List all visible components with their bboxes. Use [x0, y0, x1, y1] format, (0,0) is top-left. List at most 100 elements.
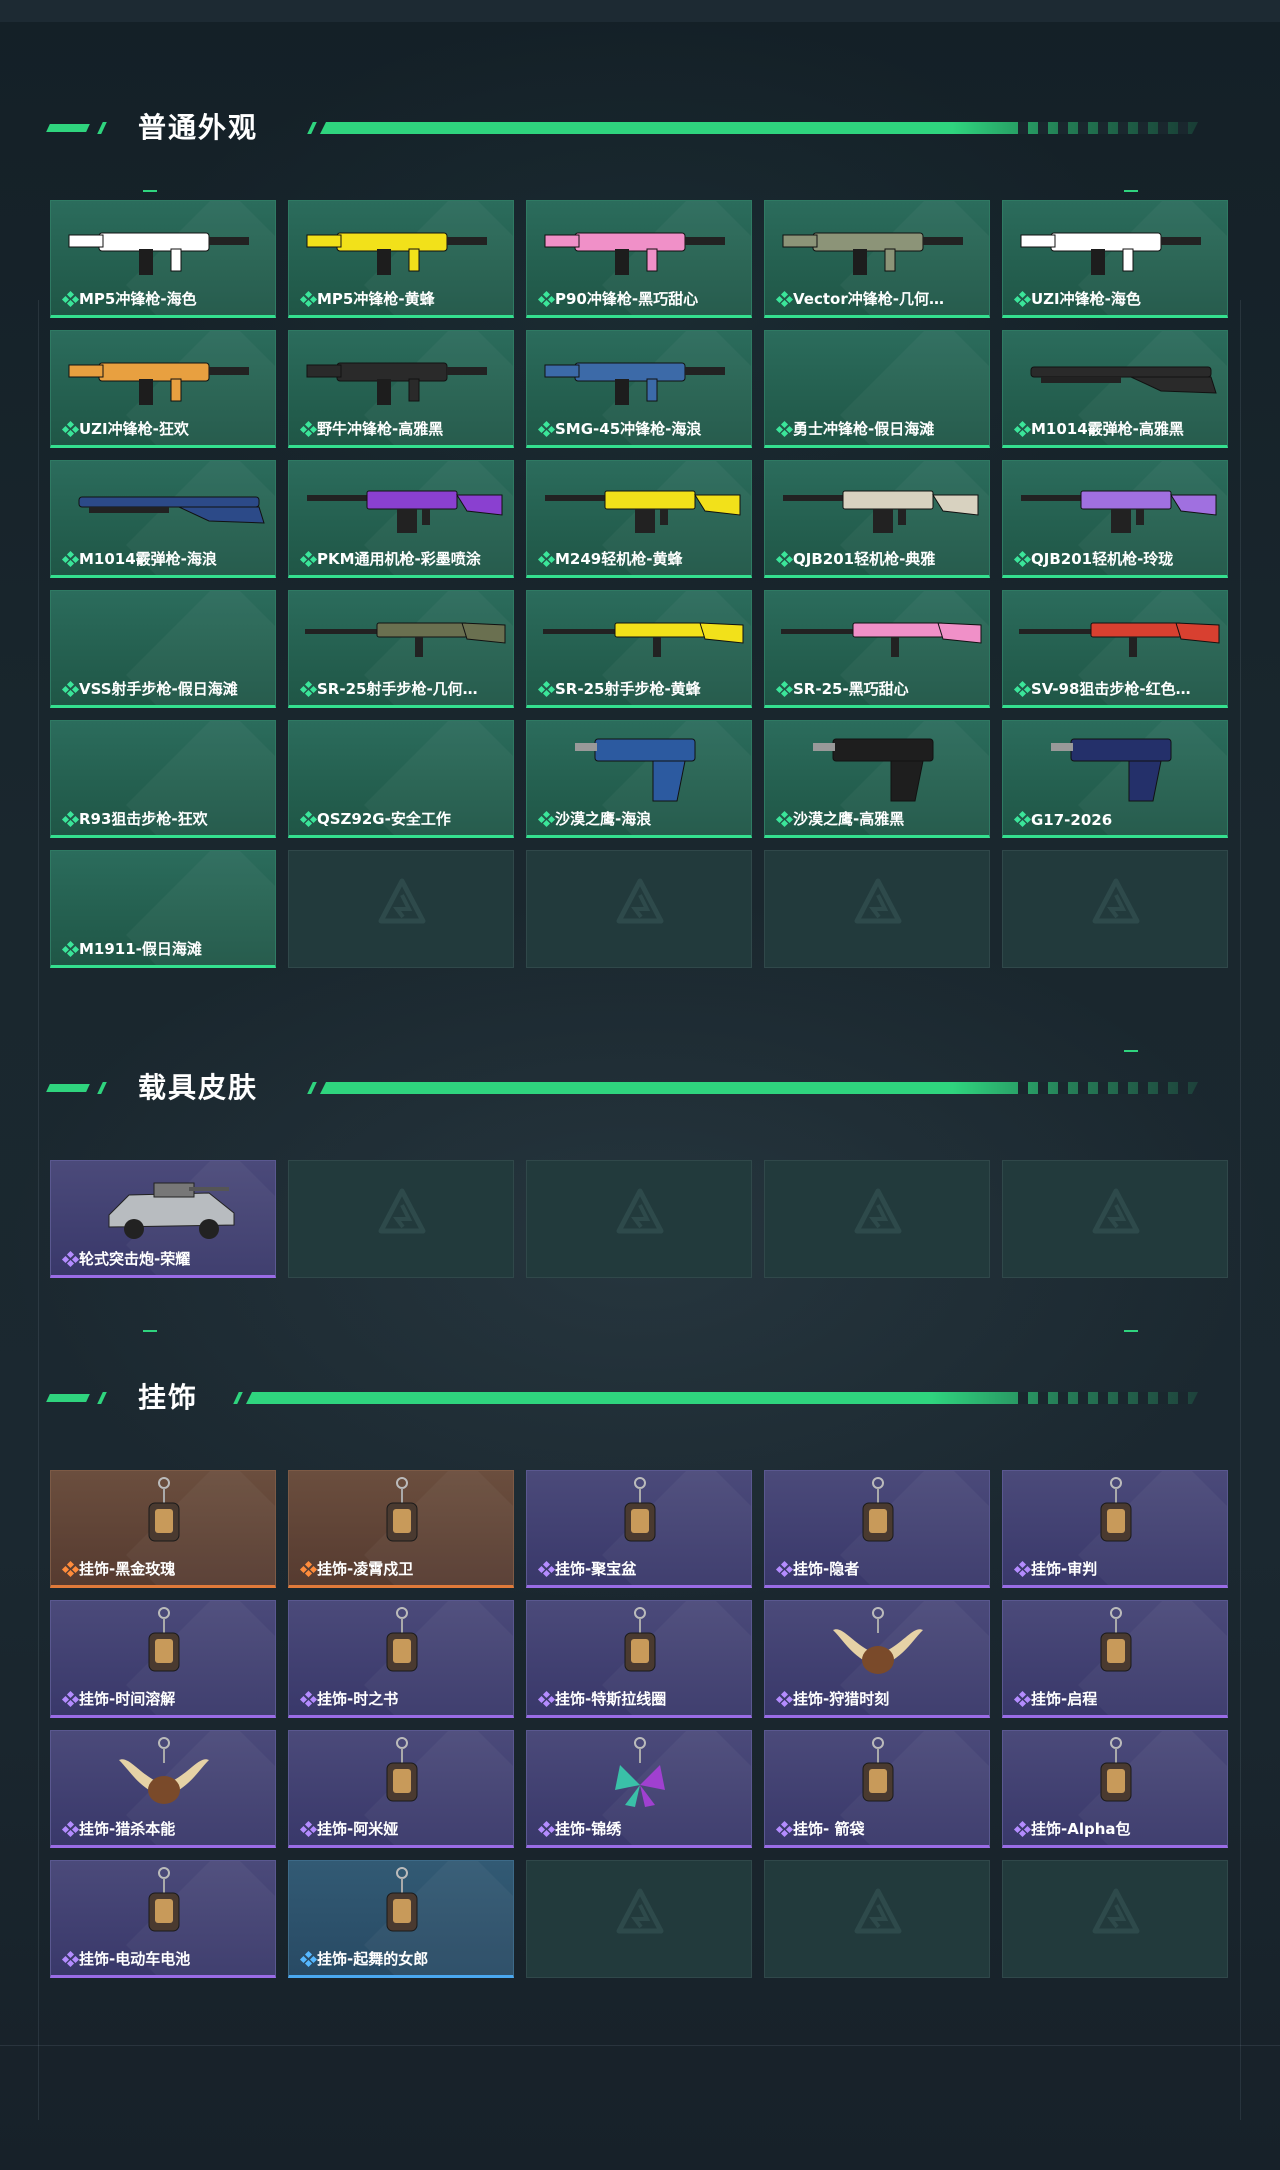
item-card[interactable]: M1911-假日海滩: [50, 850, 276, 968]
item-card[interactable]: SR-25射手步枪-黄蜂: [526, 590, 752, 708]
item-card[interactable]: 勇士冲锋枪-假日海滩: [764, 330, 990, 448]
rarity-diamond-icon: [537, 550, 556, 568]
item-label: QSZ92G-安全工作: [317, 810, 451, 828]
item-card[interactable]: 挂饰-审判: [1002, 1470, 1228, 1588]
item-label: 挂饰-聚宝盆: [555, 1560, 637, 1578]
item-card[interactable]: QSZ92G-安全工作: [288, 720, 514, 838]
section-title: 普通外观: [138, 111, 259, 144]
empty-slot: [526, 1860, 752, 1978]
item-card[interactable]: 挂饰-凌霄戍卫: [288, 1470, 514, 1588]
item-card[interactable]: M1014霰弹枪-海浪: [50, 460, 276, 578]
placeholder-logo-icon: [854, 878, 902, 924]
header-accent-slash: [97, 122, 107, 134]
item-label: M1911-假日海滩: [79, 940, 202, 958]
item-card[interactable]: 挂饰-电动车电池: [50, 1860, 276, 1978]
rarity-diamond-icon: [537, 680, 556, 698]
header-accent-bar: [46, 1394, 90, 1402]
antler-charm-icon: [833, 1607, 923, 1674]
item-label: 挂饰-审判: [1031, 1560, 1098, 1578]
item-card[interactable]: MP5冲锋枪-黄蜂: [288, 200, 514, 318]
charm-icon: [148, 1607, 180, 1672]
placeholder-logo-icon: [616, 1188, 664, 1234]
item-card[interactable]: SMG-45冲锋枪-海浪: [526, 330, 752, 448]
rarity-diamond-icon: [1013, 550, 1032, 568]
item-card[interactable]: UZI冲锋枪-海色: [1002, 200, 1228, 318]
item-card[interactable]: Vector冲锋枪-几何…: [764, 200, 990, 318]
item-card[interactable]: 挂饰-黑金玫瑰: [50, 1470, 276, 1588]
item-label: 挂饰-电动车电池: [79, 1950, 191, 1968]
item-card[interactable]: R93狙击步枪-狂欢: [50, 720, 276, 838]
item-card[interactable]: QJB201轻机枪-典雅: [764, 460, 990, 578]
item-card[interactable]: PKM通用机枪-彩墨喷涂: [288, 460, 514, 578]
smg-icon: [544, 232, 725, 275]
charm-icon: [862, 1737, 894, 1802]
item-card[interactable]: M1014霰弹枪-高雅黑: [1002, 330, 1228, 448]
section-title: 挂饰: [138, 1381, 199, 1414]
item-label: 挂饰-特斯拉线圈: [555, 1690, 667, 1708]
item-label: 挂饰-启程: [1031, 1690, 1098, 1708]
rarity-diamond-icon: [537, 1820, 556, 1838]
item-card[interactable]: 挂饰-时之书: [288, 1600, 514, 1718]
item-card[interactable]: 挂饰-启程: [1002, 1600, 1228, 1718]
item-card[interactable]: 挂饰-聚宝盆: [526, 1470, 752, 1588]
item-card[interactable]: 挂饰-时间溶解: [50, 1600, 276, 1718]
rarity-diamond-icon: [61, 550, 80, 568]
item-card[interactable]: 挂饰-特斯拉线圈: [526, 1600, 752, 1718]
header-accent-slash: [97, 1082, 107, 1094]
item-card[interactable]: 沙漠之鹰-高雅黑: [764, 720, 990, 838]
item-card[interactable]: SR-25-黑巧甜心: [764, 590, 990, 708]
charm-icon: [1100, 1607, 1132, 1672]
placeholder-logo-icon: [854, 1888, 902, 1934]
item-card[interactable]: VSS射手步枪-假日海滩: [50, 590, 276, 708]
item-card[interactable]: 挂饰- 箭袋: [764, 1730, 990, 1848]
item-card[interactable]: 挂饰-狩猎时刻: [764, 1600, 990, 1718]
rarity-diamond-icon: [775, 1560, 794, 1578]
item-label: SMG-45冲锋枪-海浪: [555, 420, 702, 438]
item-card[interactable]: M249轻机枪-黄蜂: [526, 460, 752, 578]
item-card[interactable]: QJB201轻机枪-玲珑: [1002, 460, 1228, 578]
item-card[interactable]: SV-98狙击步枪-红色…: [1002, 590, 1228, 708]
item-card[interactable]: 挂饰-起舞的女郎: [288, 1860, 514, 1978]
rarity-diamond-icon: [537, 810, 556, 828]
item-card[interactable]: 轮式突击炮-荣耀: [50, 1160, 276, 1278]
item-label: 轮式突击炮-荣耀: [79, 1250, 191, 1268]
placeholder-logo-icon: [1092, 1188, 1140, 1234]
rarity-diamond-icon: [1013, 290, 1032, 308]
item-label: 挂饰-Alpha包: [1031, 1820, 1131, 1838]
item-label: 挂饰-黑金玫瑰: [79, 1560, 176, 1578]
item-card[interactable]: 野牛冲锋枪-高雅黑: [288, 330, 514, 448]
accent-tick: [143, 190, 157, 192]
smg-icon: [1020, 232, 1201, 275]
rarity-diamond-icon: [775, 680, 794, 698]
section-header-weapons: 普通外观: [46, 108, 1198, 148]
item-card[interactable]: MP5冲锋枪-海色: [50, 200, 276, 318]
item-label: QJB201轻机枪-典雅: [793, 550, 936, 568]
frame-line-right: [1240, 300, 1241, 2120]
header-line: [320, 1082, 1198, 1094]
item-card[interactable]: 沙漠之鹰-海浪: [526, 720, 752, 838]
item-card[interactable]: 挂饰-隐者: [764, 1470, 990, 1588]
item-card[interactable]: SR-25射手步枪-几何…: [288, 590, 514, 708]
item-label: Vector冲锋枪-几何…: [793, 290, 944, 308]
item-label: VSS射手步枪-假日海滩: [79, 680, 238, 698]
charm-icon: [862, 1477, 894, 1542]
item-card[interactable]: 挂饰-Alpha包: [1002, 1730, 1228, 1848]
header-line: [320, 122, 1198, 134]
rarity-diamond-icon: [61, 1560, 80, 1578]
header-accent-slash: [307, 122, 317, 134]
item-card[interactable]: 挂饰-猎杀本能: [50, 1730, 276, 1848]
rarity-diamond-icon: [775, 810, 794, 828]
header-accent-bar: [46, 124, 90, 132]
item-label: MP5冲锋枪-海色: [79, 290, 197, 308]
item-card[interactable]: 挂饰-锦绣: [526, 1730, 752, 1848]
item-label: 挂饰-猎杀本能: [79, 1820, 176, 1838]
vehicle-icon: [108, 1182, 235, 1239]
item-card[interactable]: UZI冲锋枪-狂欢: [50, 330, 276, 448]
rarity-diamond-icon: [61, 420, 80, 438]
rarity-diamond-icon: [775, 550, 794, 568]
item-label: P90冲锋枪-黑巧甜心: [555, 290, 699, 308]
item-card[interactable]: P90冲锋枪-黑巧甜心: [526, 200, 752, 318]
rarity-diamond-icon: [537, 420, 556, 438]
item-card[interactable]: G17-2026: [1002, 720, 1228, 838]
item-card[interactable]: 挂饰-阿米娅: [288, 1730, 514, 1848]
